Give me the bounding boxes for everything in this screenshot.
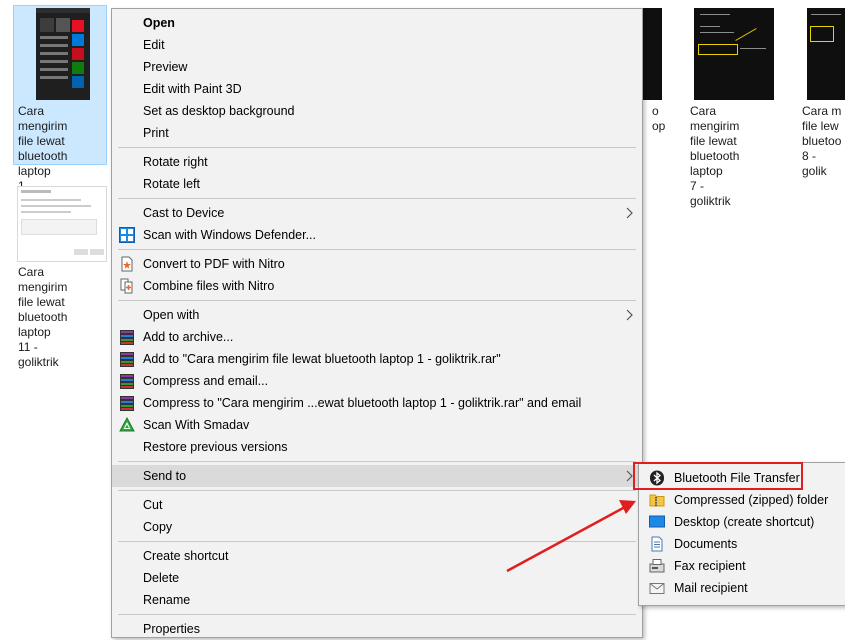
- menu-separator: [118, 147, 636, 148]
- file-label: Cara mengirim file lewat bluetooth lapto…: [18, 265, 68, 369]
- menu-item-open-with[interactable]: Open with: [112, 304, 642, 326]
- file-thumbnail: [807, 8, 845, 100]
- nitro-combine-icon: [120, 278, 133, 294]
- nitro-pdf-icon: [121, 256, 133, 272]
- menu-item-combine-nitro[interactable]: Combine files with Nitro: [112, 275, 642, 297]
- menu-item-rotate-right[interactable]: Rotate right: [112, 151, 642, 173]
- winrar-icon: [119, 329, 135, 345]
- menu-item-preview[interactable]: Preview: [112, 56, 642, 78]
- menu-item-convert-pdf-nitro[interactable]: Convert to PDF with Nitro: [112, 253, 642, 275]
- menu-item-properties[interactable]: Properties: [112, 618, 642, 640]
- send-to-fax[interactable]: Fax recipient: [639, 555, 845, 577]
- file-label: Cara m file lew bluetoo 8 - golik: [802, 104, 842, 178]
- send-to-documents[interactable]: Documents: [639, 533, 845, 555]
- send-to-desktop[interactable]: Desktop (create shortcut): [639, 511, 845, 533]
- menu-item-rename[interactable]: Rename: [112, 589, 642, 611]
- annotation-highlight-box: [633, 462, 803, 490]
- menu-item-compress-rar-email[interactable]: Compress to "Cara mengirim ...ewat bluet…: [112, 392, 642, 414]
- winrar-icon: [119, 395, 135, 411]
- menu-item-scan-smadav[interactable]: Scan With Smadav: [112, 414, 642, 436]
- menu-item-set-background[interactable]: Set as desktop background: [112, 100, 642, 122]
- menu-separator: [118, 300, 636, 301]
- menu-item-add-rar[interactable]: Add to "Cara mengirim file lewat bluetoo…: [112, 348, 642, 370]
- menu-item-open[interactable]: Open: [112, 12, 642, 34]
- context-menu: Open Edit Preview Edit with Paint 3D Set…: [111, 8, 643, 638]
- menu-item-rotate-left[interactable]: Rotate left: [112, 173, 642, 195]
- desktop-icon: [649, 515, 665, 528]
- menu-separator: [118, 541, 636, 542]
- winrar-icon: [119, 351, 135, 367]
- winrar-icon: [119, 373, 135, 389]
- zip-folder-icon: [649, 494, 665, 507]
- menu-item-send-to[interactable]: Send to: [112, 465, 642, 487]
- file-thumbnail: [694, 8, 774, 100]
- menu-item-cast-to-device[interactable]: Cast to Device: [112, 202, 642, 224]
- menu-separator: [118, 249, 636, 250]
- menu-item-edit[interactable]: Edit: [112, 34, 642, 56]
- file-label: o op: [652, 104, 666, 133]
- menu-item-print[interactable]: Print: [112, 122, 642, 144]
- menu-item-copy[interactable]: Copy: [112, 516, 642, 538]
- menu-item-edit-paint3d[interactable]: Edit with Paint 3D: [112, 78, 642, 100]
- file-thumbnail: [17, 186, 107, 262]
- documents-icon: [651, 536, 663, 552]
- menu-item-delete[interactable]: Delete: [112, 567, 642, 589]
- menu-separator: [118, 490, 636, 491]
- menu-separator: [118, 198, 636, 199]
- mail-icon: [649, 583, 665, 594]
- menu-item-scan-defender[interactable]: Scan with Windows Defender...: [112, 224, 642, 246]
- chevron-right-icon: [626, 207, 633, 219]
- smadav-icon: [119, 417, 135, 432]
- fax-icon: [649, 559, 665, 573]
- send-to-mail[interactable]: Mail recipient: [639, 577, 845, 599]
- chevron-right-icon: [626, 309, 633, 321]
- menu-item-add-archive[interactable]: Add to archive...: [112, 326, 642, 348]
- menu-separator: [118, 461, 636, 462]
- menu-item-restore-versions[interactable]: Restore previous versions: [112, 436, 642, 458]
- windows-defender-icon: [119, 227, 135, 243]
- file-thumbnail: [643, 8, 662, 100]
- menu-item-cut[interactable]: Cut: [112, 494, 642, 516]
- send-to-compressed-folder[interactable]: Compressed (zipped) folder: [639, 489, 845, 511]
- menu-item-compress-email[interactable]: Compress and email...: [112, 370, 642, 392]
- file-thumbnail: [36, 8, 90, 100]
- menu-separator: [118, 614, 636, 615]
- menu-item-create-shortcut[interactable]: Create shortcut: [112, 545, 642, 567]
- file-label: Cara mengirim file lewat bluetooth lapto…: [690, 104, 740, 208]
